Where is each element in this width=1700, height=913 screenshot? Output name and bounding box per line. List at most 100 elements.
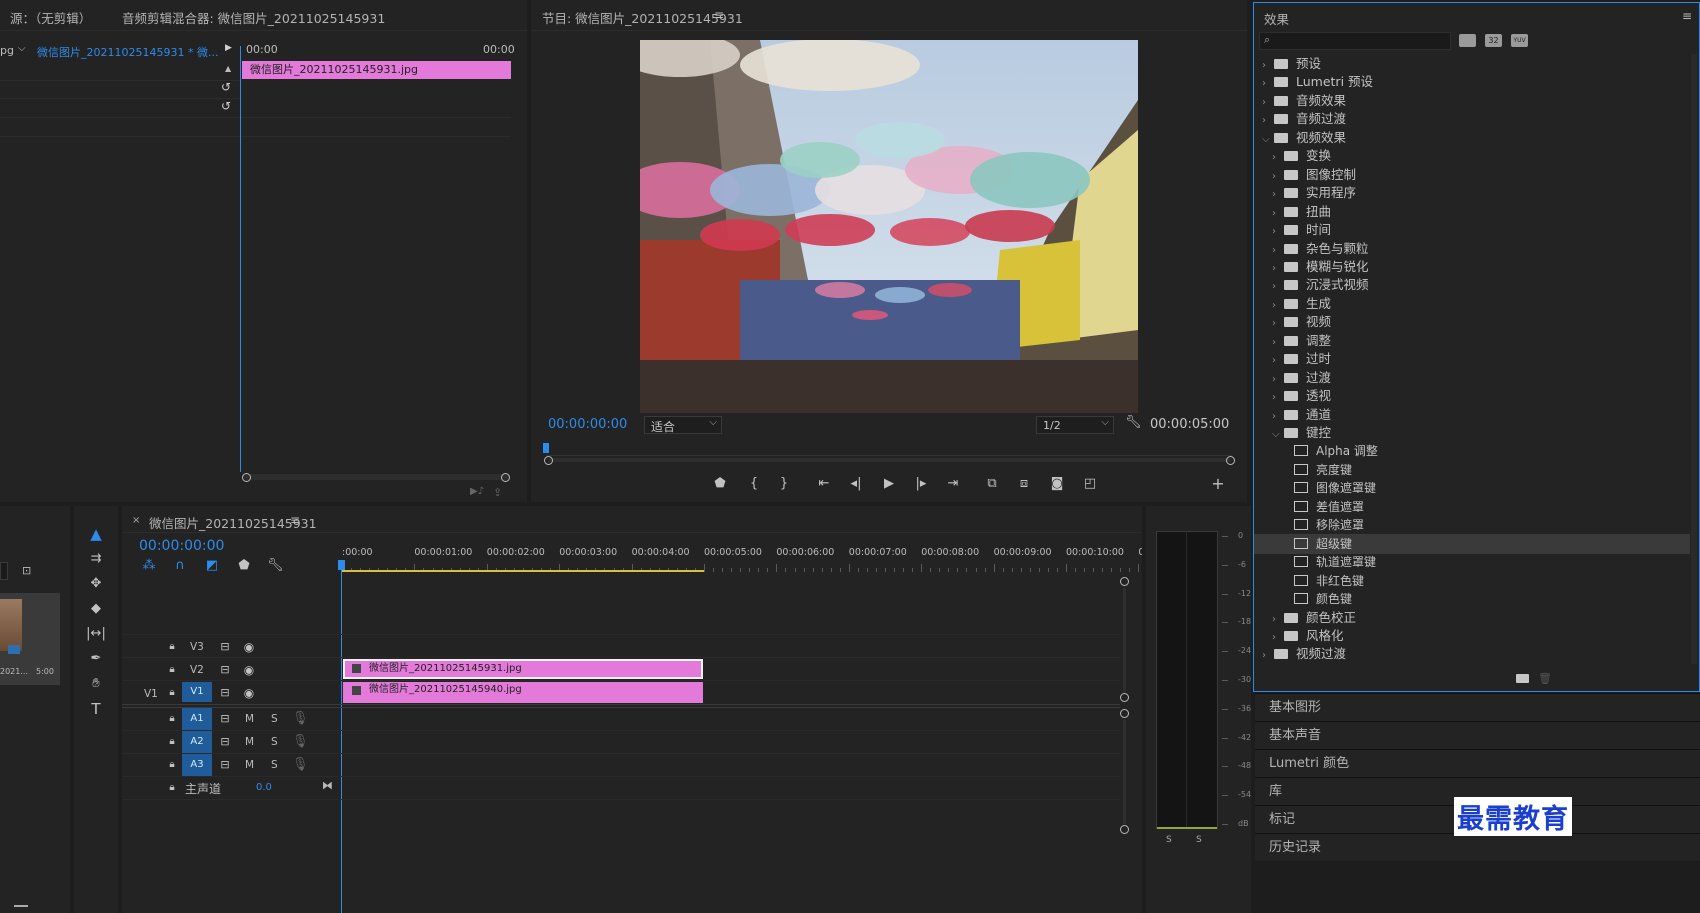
thumbnail[interactable]: 2021... 5:00: [0, 593, 60, 685]
wrench-icon[interactable]: 🔧︎: [1125, 415, 1142, 430]
effects-tree-item[interactable]: 差值遮罩: [1254, 497, 1690, 517]
a-scroll-track[interactable]: [1123, 720, 1126, 824]
fit-select[interactable]: 适合 ⌵: [644, 416, 722, 434]
a-scroll-bottom[interactable]: [1120, 825, 1129, 834]
a-scroll-top[interactable]: [1120, 709, 1129, 718]
nest-icon[interactable]: ⁂: [141, 558, 157, 574]
meter-footer-right[interactable]: S: [1196, 835, 1202, 845]
lock-icon[interactable]: 🔒︎: [166, 711, 178, 727]
tab-source[interactable]: 源：（无剪辑）: [10, 8, 91, 27]
sync-icon[interactable]: ⊟: [218, 711, 232, 727]
chevron-right-icon[interactable]: ›: [1262, 646, 1274, 666]
effects-tree-item[interactable]: 超级键: [1254, 533, 1690, 554]
source-clip[interactable]: 微信图片_20211025145931.jpg: [242, 61, 511, 79]
effects-tree-item[interactable]: › 图像控制: [1254, 165, 1690, 185]
scrubber-ruler[interactable]: [546, 442, 1232, 456]
sync-icon[interactable]: ⊟: [218, 662, 232, 678]
panel-essential-graphics[interactable]: 基本图形: [1255, 693, 1700, 721]
sync-icon[interactable]: ⊟: [218, 757, 232, 773]
compare-icon[interactable]: ◰: [1081, 476, 1099, 492]
effects-tree-item[interactable]: › 实用程序: [1254, 183, 1690, 203]
clip-v1[interactable]: 微信图片_20211025145940.jpg: [343, 682, 703, 703]
track-target-a3[interactable]: A3: [182, 754, 212, 776]
zoom-handle-left[interactable]: [544, 456, 553, 465]
microphone-icon[interactable]: 🎙︎: [292, 757, 309, 773]
lock-icon[interactable]: 🔒︎: [166, 662, 178, 678]
32bit-effects-icon[interactable]: 32: [1485, 34, 1502, 47]
solo-button[interactable]: S: [271, 759, 278, 771]
sync-icon[interactable]: ⊟: [218, 734, 232, 750]
slip-tool-icon[interactable]: |↔|: [86, 626, 106, 642]
add-marker-icon[interactable]: ⬟: [712, 476, 728, 492]
panel-essential-sound[interactable]: 基本声音: [1255, 721, 1700, 749]
settings-wrench-icon[interactable]: 🔧︎: [267, 558, 284, 574]
effects-tree-item[interactable]: › 杂色与颗粒: [1254, 239, 1690, 259]
eye-icon[interactable]: ◉: [242, 639, 256, 655]
effects-tree-item[interactable]: › 变换: [1254, 146, 1690, 166]
lock-icon[interactable]: 🔒︎: [166, 780, 178, 796]
snap-icon[interactable]: ∩: [172, 558, 188, 574]
mark-in-icon[interactable]: {: [746, 476, 762, 492]
hand-tool-icon[interactable]: ✋︎: [86, 676, 106, 692]
solo-button[interactable]: S: [271, 736, 278, 748]
master-value[interactable]: 0.0: [256, 782, 272, 793]
panel-menu-icon[interactable]: ≡: [290, 513, 300, 527]
extract-icon[interactable]: ⧈: [1015, 476, 1033, 492]
source-scrollbar[interactable]: [244, 474, 510, 480]
mute-button[interactable]: M: [245, 759, 254, 771]
zoom-bar[interactable]: [548, 458, 1231, 462]
list-icon[interactable]: [14, 905, 28, 907]
effects-tree-item[interactable]: › 视频过渡: [1254, 644, 1690, 664]
effects-tree-item[interactable]: 轨道遮罩键: [1254, 552, 1690, 572]
track-label-v2[interactable]: V2: [190, 664, 204, 676]
timeline-playhead-handle[interactable]: [338, 560, 345, 570]
v-scroll-bottom[interactable]: [1120, 693, 1129, 702]
effects-tree-item[interactable]: › 颜色校正: [1254, 608, 1690, 628]
lock-icon[interactable]: 🔒︎: [166, 685, 178, 701]
microphone-icon[interactable]: 🎙︎: [292, 711, 309, 727]
v-scroll-top[interactable]: [1120, 577, 1129, 586]
effects-tree-item[interactable]: 图像遮罩键: [1254, 478, 1690, 498]
effects-tree-item[interactable]: 颜色键: [1254, 589, 1690, 609]
play-icon[interactable]: ▶: [881, 476, 897, 492]
eye-icon[interactable]: ◉: [242, 662, 256, 678]
scrubber-playhead[interactable]: [543, 443, 549, 453]
mute-button[interactable]: M: [245, 736, 254, 748]
eye-icon[interactable]: ◉: [242, 685, 256, 701]
step-forward-icon[interactable]: |▸: [913, 476, 929, 492]
scroll-handle-left[interactable]: [242, 473, 251, 482]
reset-icon[interactable]: ↺: [221, 80, 231, 94]
sync-icon[interactable]: ⊟: [218, 685, 232, 701]
effects-tree-item[interactable]: › 过渡: [1254, 368, 1690, 388]
lock-icon[interactable]: 🔒︎: [166, 639, 178, 655]
accelerated-effects-icon[interactable]: [1459, 34, 1476, 47]
lock-icon[interactable]: 🔒︎: [166, 734, 178, 750]
timeline-timecode[interactable]: 00:00:00:00: [139, 538, 224, 554]
playhead-line[interactable]: [240, 46, 241, 472]
program-timecode[interactable]: 00:00:00:00: [548, 417, 627, 432]
effects-tree-item[interactable]: Alpha 调整: [1254, 441, 1690, 461]
tab-audio-clip-mixer[interactable]: 音频剪辑混合器: 微信图片_20211025145931: [122, 8, 385, 27]
panel-menu-icon[interactable]: ≡: [714, 8, 724, 22]
track-select-tool-icon[interactable]: ⇉: [86, 551, 106, 567]
search-input[interactable]: [0, 562, 8, 580]
microphone-icon[interactable]: 🎙︎: [292, 734, 309, 750]
reset-icon[interactable]: ↺: [221, 99, 231, 113]
ripple-edit-tool-icon[interactable]: ✥: [86, 576, 106, 592]
panel-lumetri-color[interactable]: Lumetri 颜色: [1255, 749, 1700, 777]
trash-icon[interactable]: 🗑︎: [1538, 672, 1552, 685]
clip-selector[interactable]: 微信图片_20211025145931 * 微...: [37, 44, 218, 60]
bin-icon[interactable]: ⊡: [22, 564, 31, 577]
effects-tree-item[interactable]: › 预设: [1254, 54, 1690, 74]
effects-tree-item[interactable]: 非红色键: [1254, 571, 1690, 591]
effects-tree-item[interactable]: › 时间: [1254, 220, 1690, 240]
export-icon[interactable]: ▶♪: [470, 486, 484, 497]
lock-icon[interactable]: 🔒︎: [166, 757, 178, 773]
linked-selection-icon[interactable]: ◩: [204, 558, 220, 574]
step-back-icon[interactable]: ◂|: [848, 476, 864, 492]
meter-footer-left[interactable]: S: [1166, 835, 1172, 845]
mute-button[interactable]: M: [245, 713, 254, 725]
effects-tree-item[interactable]: › 过时: [1254, 349, 1690, 369]
add-marker-icon[interactable]: ⬟: [236, 558, 252, 574]
go-to-in-icon[interactable]: ⇤: [816, 476, 832, 492]
